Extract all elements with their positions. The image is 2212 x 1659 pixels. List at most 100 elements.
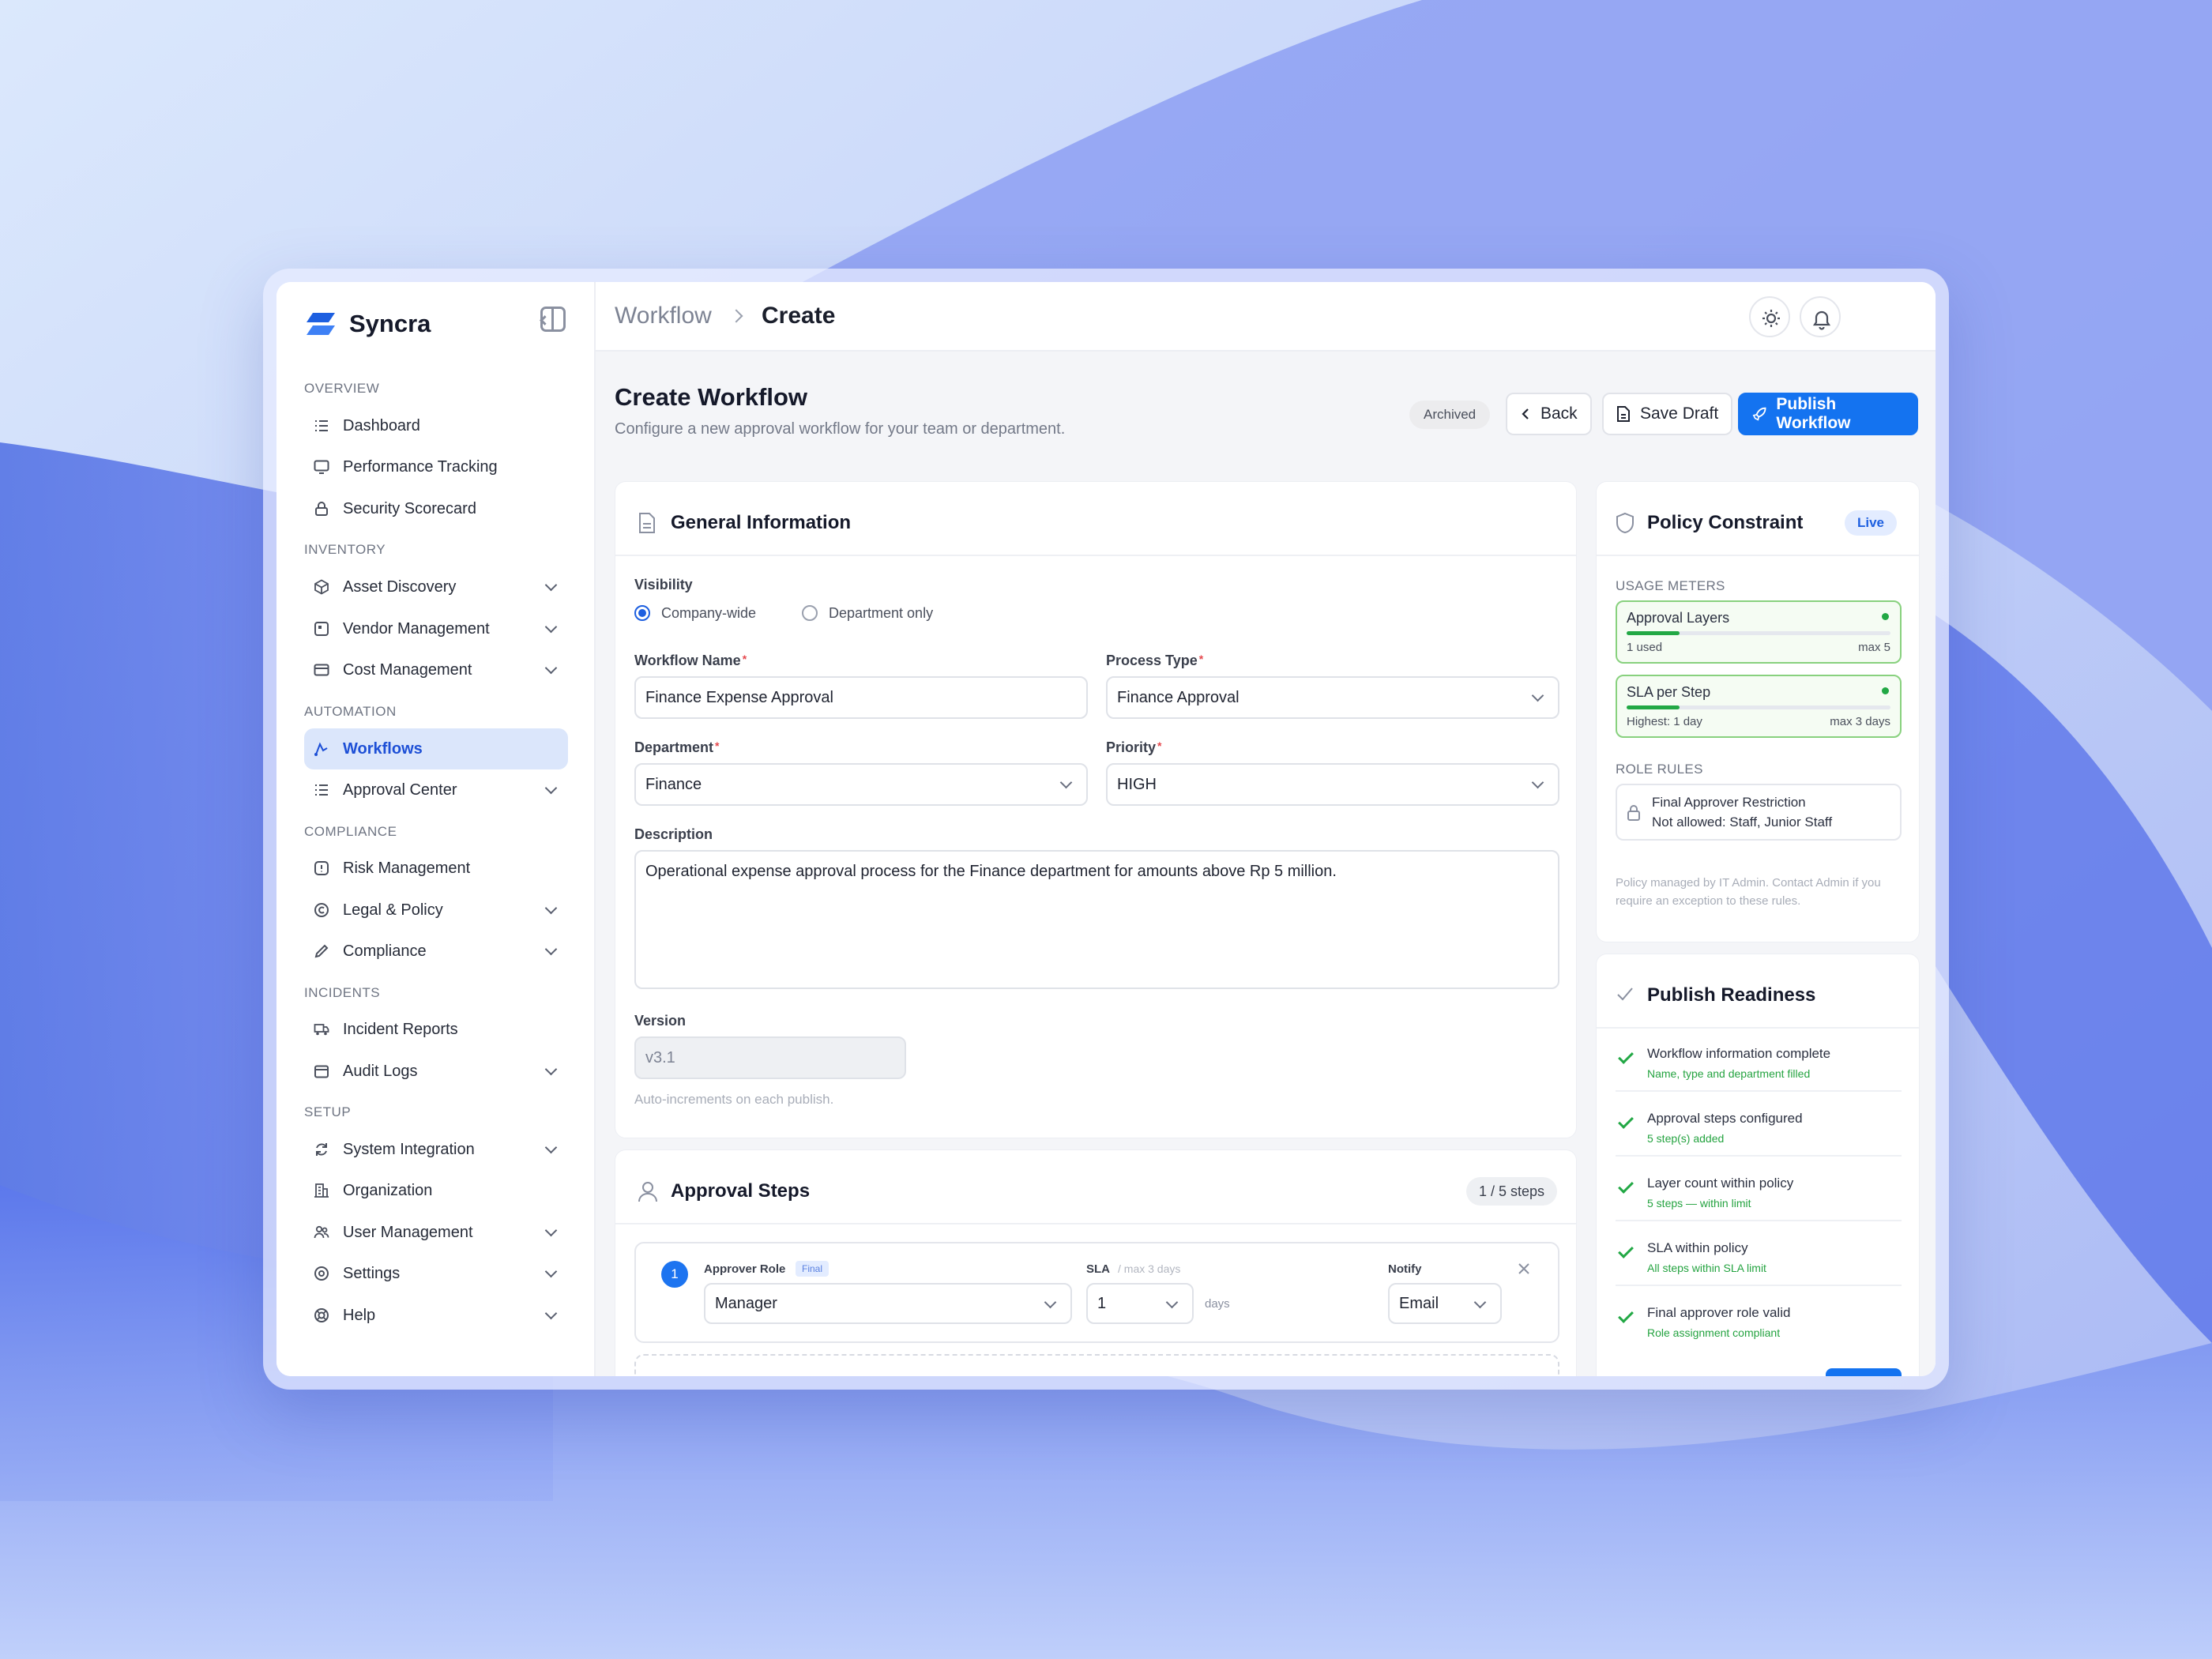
sidebar-item-asset-discovery[interactable]: Asset Discovery <box>304 566 568 608</box>
readiness-item-title: Final approver role valid <box>1647 1305 1791 1320</box>
divider <box>1616 1220 1902 1221</box>
rocket-icon <box>1752 407 1766 421</box>
chevron-down-icon[interactable] <box>544 1224 558 1237</box>
workflow-name-input[interactable]: Finance Expense Approval <box>634 676 1088 719</box>
chevron-down-icon[interactable] <box>544 942 558 956</box>
save-draft-button[interactable]: Save Draft <box>1602 393 1733 435</box>
app-window: Syncra OVERVIEW Dashboard Performance Tr… <box>276 282 1936 1376</box>
page-title: Create Workflow <box>615 383 808 411</box>
check-icon <box>1617 988 1633 1001</box>
back-button[interactable]: Back <box>1506 393 1592 435</box>
building-icon <box>314 1183 329 1198</box>
chevron-down-icon[interactable] <box>544 1307 558 1320</box>
description-textarea[interactable]: Operational expense approval process for… <box>634 850 1559 989</box>
sidebar-item-workflows[interactable]: Workflows <box>304 728 568 769</box>
chevron-down-icon[interactable] <box>544 661 558 675</box>
page-subtitle: Configure a new approval workflow for yo… <box>615 420 1066 438</box>
chevron-down-icon[interactable] <box>544 1063 558 1076</box>
publish-workflow-button[interactable]: Publish Workflow <box>1738 393 1918 435</box>
divider <box>1597 555 1919 556</box>
sidebar-item-system-integration[interactable]: System Integration <box>304 1129 568 1170</box>
chevron-down-icon[interactable] <box>544 578 558 592</box>
meter-track <box>1627 705 1890 709</box>
usage-meters-label: USAGE METERS <box>1616 578 1725 593</box>
readiness-item-status: Role assignment compliant <box>1647 1326 1781 1339</box>
version-input: v3.1 <box>634 1036 906 1079</box>
save-label: Save Draft <box>1640 404 1719 423</box>
workflow-icon <box>314 742 328 756</box>
breadcrumb-parent[interactable]: Workflow <box>615 303 712 329</box>
close-icon[interactable] <box>1516 1261 1532 1277</box>
truck-icon <box>314 1024 329 1036</box>
sidebar-item-settings[interactable]: Settings <box>304 1253 568 1294</box>
chevron-left-icon <box>1522 408 1529 419</box>
sidebar-item-security-scorecard[interactable]: Security Scorecard <box>304 488 568 529</box>
readiness-item-status: Name, type and department filled <box>1647 1067 1811 1080</box>
sidebar-item-label: Workflows <box>343 739 423 758</box>
sla-select[interactable]: 1 <box>1086 1283 1194 1324</box>
chevron-down-icon[interactable] <box>544 620 558 634</box>
role-rules-label: ROLE RULES <box>1616 762 1703 777</box>
chevron-down-icon <box>1165 1296 1179 1309</box>
theme-toggle-button[interactable] <box>1749 296 1790 337</box>
check-icon <box>1618 1178 1634 1194</box>
divider <box>1616 1285 1902 1286</box>
lock-icon <box>1627 805 1640 821</box>
divider <box>615 555 1576 556</box>
sidebar-item-incident-reports[interactable]: Incident Reports <box>304 1009 568 1050</box>
chevron-down-icon <box>1531 689 1544 702</box>
select-value: 1 <box>1097 1294 1107 1312</box>
approver-role-select[interactable]: Manager <box>704 1283 1072 1324</box>
shield-icon <box>1616 512 1634 534</box>
top-bar: Workflow Create <box>596 282 1936 352</box>
meter-left-text: 1 used <box>1627 641 1663 654</box>
meter-track <box>1627 631 1890 635</box>
brand[interactable]: Syncra <box>305 304 431 344</box>
sidebar-item-label: Dashboard <box>343 416 420 434</box>
policy-note: Policy managed by IT Admin. Contact Admi… <box>1616 876 1881 908</box>
sidebar-item-legal-policy[interactable]: Legal & Policy <box>304 890 568 931</box>
chevron-down-icon <box>1059 776 1073 789</box>
card-title: General Information <box>671 512 852 533</box>
notify-select[interactable]: Email <box>1388 1283 1502 1324</box>
lock-icon <box>315 502 328 516</box>
step-number: 1 <box>661 1261 688 1288</box>
sidebar-item-vendor-management[interactable]: Vendor Management <box>304 608 568 649</box>
notifications-button[interactable] <box>1800 296 1841 337</box>
divider <box>1616 1155 1902 1157</box>
chevron-down-icon <box>1044 1296 1057 1309</box>
sidebar-item-performance-tracking[interactable]: Performance Tracking <box>304 446 568 487</box>
monitor-icon <box>314 460 329 474</box>
sidebar-item-risk-management[interactable]: Risk Management <box>304 848 568 889</box>
department-select[interactable]: Finance <box>634 763 1088 806</box>
sidebar-item-user-management[interactable]: User Management <box>304 1212 568 1253</box>
sidebar-item-label: Incident Reports <box>343 1020 458 1038</box>
check-icon <box>1618 1243 1634 1258</box>
sidebar-item-compliance[interactable]: Compliance <box>304 931 568 972</box>
sidebar-item-label: Help <box>343 1306 376 1324</box>
section-setup: SETUP <box>304 1104 352 1119</box>
publish-readiness-card: Publish Readiness Workflow information c… <box>1596 954 1920 1376</box>
add-step-placeholder[interactable] <box>634 1354 1559 1376</box>
sidebar-item-cost-management[interactable]: Cost Management <box>304 649 568 690</box>
chevron-down-icon[interactable] <box>544 1141 558 1154</box>
label-text: Priority <box>1106 739 1157 755</box>
radio-department-only[interactable] <box>802 605 818 621</box>
vendor-icon <box>314 622 329 636</box>
radio-company-wide[interactable] <box>634 605 650 621</box>
sidebar-item-audit-logs[interactable]: Audit Logs <box>304 1051 568 1092</box>
card-icon <box>314 664 329 676</box>
sidebar-item-help[interactable]: Help <box>304 1295 568 1336</box>
chevron-down-icon[interactable] <box>544 901 558 915</box>
meter-title: Approval Layers <box>1627 610 1730 626</box>
publish-partial-button[interactable] <box>1826 1368 1902 1376</box>
sidebar-item-dashboard[interactable]: Dashboard <box>304 405 568 446</box>
sidebar-item-approval-center[interactable]: Approval Center <box>304 769 568 811</box>
priority-select[interactable]: HIGH <box>1106 763 1559 806</box>
required-marker: * <box>742 653 747 665</box>
process-type-select[interactable]: Finance Approval <box>1106 676 1559 719</box>
chevron-down-icon[interactable] <box>544 1265 558 1278</box>
collapse-sidebar-icon[interactable] <box>540 307 566 332</box>
sidebar-item-organization[interactable]: Organization <box>304 1170 568 1211</box>
chevron-down-icon[interactable] <box>544 781 558 795</box>
